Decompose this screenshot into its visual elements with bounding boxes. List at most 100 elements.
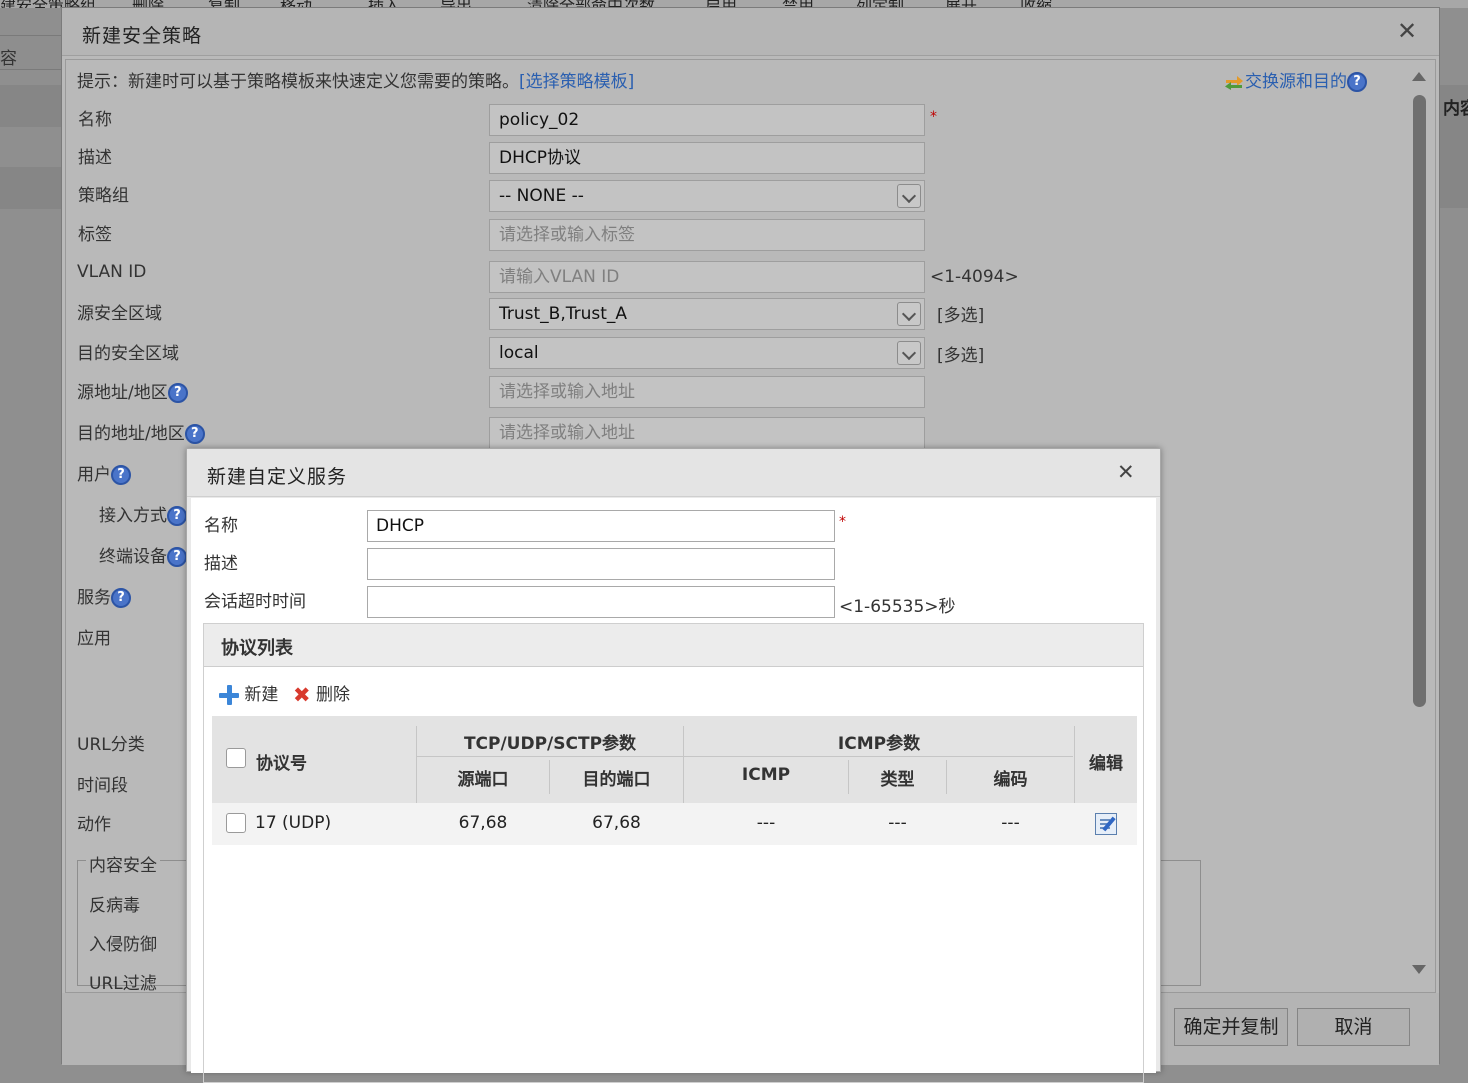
delete-icon: ✖ (293, 683, 311, 707)
vlan-id-input[interactable]: 请输入VLAN ID (489, 261, 925, 293)
scroll-thumb[interactable] (1413, 95, 1426, 707)
service-dialog-titlebar: 新建自定义服务 ✕ (187, 449, 1160, 497)
close-icon[interactable]: ✕ (1117, 460, 1135, 484)
service-label: 服务? (77, 583, 131, 608)
service-name-input[interactable]: DHCP (367, 510, 835, 542)
delete-protocol-button[interactable]: ✖ 删除 (293, 680, 351, 707)
session-timeout-input[interactable] (367, 586, 835, 618)
antivirus-label: 反病毒 (89, 896, 140, 916)
cancel-button[interactable]: 取消 (1297, 1008, 1410, 1046)
src-zone-label: 源安全区域 (77, 304, 162, 324)
row-checkbox[interactable] (226, 813, 246, 833)
timeout-range-hint: <1-65535>秒 (839, 597, 956, 617)
service-description-label: 描述 (204, 554, 238, 574)
col-icmp-group: ICMP参数 (837, 734, 921, 754)
col-code: 编码 (993, 770, 1028, 790)
help-icon[interactable]: ? (167, 547, 187, 567)
cell-protocol: 17 (UDP) (255, 813, 332, 833)
service-name-label: 名称 (204, 516, 238, 536)
name-label: 名称 (78, 110, 112, 130)
col-protocol: 协议号 (256, 754, 307, 774)
cell-type: --- (888, 813, 907, 833)
col-icmp: ICMP (741, 765, 791, 785)
background-left-label: 容 (0, 49, 17, 69)
new-label: 新建 (244, 685, 279, 705)
select-all-checkbox[interactable] (226, 748, 246, 768)
src-addr-label: 源地址/地区? (77, 378, 188, 403)
service-dialog-title: 新建自定义服务 (207, 466, 348, 488)
background-right-label: 内容 (1443, 99, 1468, 119)
edit-icon[interactable] (1095, 813, 1117, 835)
tag-label: 标签 (78, 225, 112, 245)
protocol-table-header: 协议号 TCP/UDP/SCTP参数 源端口 目的端口 ICMP参数 ICMP … (212, 716, 1137, 803)
scroll-down-icon[interactable] (1412, 965, 1426, 974)
background-row (0, 85, 62, 127)
protocol-list-title: 协议列表 (221, 638, 293, 659)
tag-input[interactable]: 请选择或输入标签 (489, 219, 925, 251)
select-template-link[interactable]: [选择策略模板] (519, 72, 634, 92)
application-label: 应用 (77, 629, 111, 649)
swap-src-dst[interactable]: 交换源和目的? (1223, 67, 1367, 92)
delete-label: 删除 (316, 685, 351, 705)
plus-icon (219, 685, 239, 705)
swap-label[interactable]: 交换源和目的 (1245, 72, 1347, 92)
content-security-legend: 内容安全 (86, 851, 160, 876)
cell-src-port: 67,68 (458, 813, 508, 833)
dst-addr-input[interactable]: 请选择或输入地址 (489, 417, 925, 449)
col-edit: 编辑 (1089, 754, 1123, 774)
col-type: 类型 (880, 770, 915, 790)
access-mode-label: 接入方式? (99, 501, 187, 526)
header-divider (417, 756, 1073, 757)
help-icon[interactable]: ? (111, 465, 131, 485)
policy-group-value: -- NONE -- (499, 186, 584, 206)
table-row[interactable]: 17 (UDP) 67,68 67,68 --- --- --- (212, 803, 1137, 845)
src-zone-multiselect-link[interactable]: [多选] (937, 301, 984, 326)
new-protocol-button[interactable]: 新建 (219, 680, 278, 705)
vlan-id-label: VLAN ID (77, 262, 147, 282)
dst-addr-label: 目的地址/地区? (77, 419, 205, 444)
policy-group-select[interactable]: -- NONE -- (489, 180, 925, 212)
chevron-down-icon[interactable] (897, 341, 921, 365)
service-dialog-body: 名称 DHCP * 描述 会话超时时间 <1-65535>秒 协议列表 新建 ✖… (191, 498, 1156, 1083)
policy-group-label: 策略组 (78, 186, 129, 206)
background-row (0, 167, 62, 209)
ips-label: 入侵防御 (89, 935, 157, 955)
help-icon[interactable]: ? (167, 506, 187, 526)
required-mark: * (930, 109, 937, 125)
col-tcp-group: TCP/UDP/SCTP参数 (463, 734, 637, 754)
help-icon[interactable]: ? (1347, 72, 1367, 92)
swap-icon (1225, 76, 1243, 90)
session-timeout-label: 会话超时时间 (204, 592, 306, 612)
close-icon[interactable]: ✕ (1397, 17, 1417, 45)
dst-zone-select[interactable]: local (489, 337, 925, 369)
hint-text: 提示：新建时可以基于策略模板来快速定义您需要的策略。 (77, 72, 519, 92)
required-mark: * (839, 514, 846, 530)
terminal-label: 终端设备? (99, 542, 187, 567)
cell-dst-port: 67,68 (592, 813, 641, 833)
action-label: 动作 (77, 815, 111, 835)
user-label: 用户? (77, 460, 131, 485)
cell-code: --- (1001, 813, 1020, 833)
dst-zone-multiselect-link[interactable]: [多选] (937, 341, 984, 366)
template-hint: 提示：新建时可以基于策略模板来快速定义您需要的策略。[选择策略模板] (77, 67, 634, 92)
help-icon[interactable]: ? (184, 424, 205, 444)
chevron-down-icon[interactable] (897, 184, 921, 208)
description-input[interactable]: DHCP协议 (489, 142, 925, 174)
protocol-list-header: 协议列表 (204, 624, 1143, 667)
name-input[interactable]: policy_02 (489, 104, 925, 136)
col-dst-port: 目的端口 (582, 770, 651, 790)
new-service-dialog: 新建自定义服务 ✕ 名称 DHCP * 描述 会话超时时间 <1-65535>秒… (186, 448, 1161, 1083)
src-zone-select[interactable]: Trust_B,Trust_A (489, 298, 925, 330)
src-addr-input[interactable]: 请选择或输入地址 (489, 376, 925, 408)
service-description-input[interactable] (367, 548, 835, 580)
dst-zone-label: 目的安全区域 (77, 344, 179, 364)
vlan-range-hint: <1-4094> (930, 267, 1019, 287)
help-icon[interactable]: ? (111, 588, 131, 608)
chevron-down-icon[interactable] (897, 302, 921, 326)
protocol-list-panel: 协议列表 新建 ✖ 删除 协议号 TCP/UDP/SCTP参数 源端口 目的端口 (203, 623, 1144, 1083)
help-icon[interactable]: ? (167, 383, 188, 403)
confirm-copy-button[interactable]: 确定并复制 (1174, 1008, 1288, 1046)
dst-zone-value: local (499, 343, 539, 363)
url-category-label: URL分类 (77, 735, 145, 755)
scroll-up-icon[interactable] (1412, 72, 1426, 81)
